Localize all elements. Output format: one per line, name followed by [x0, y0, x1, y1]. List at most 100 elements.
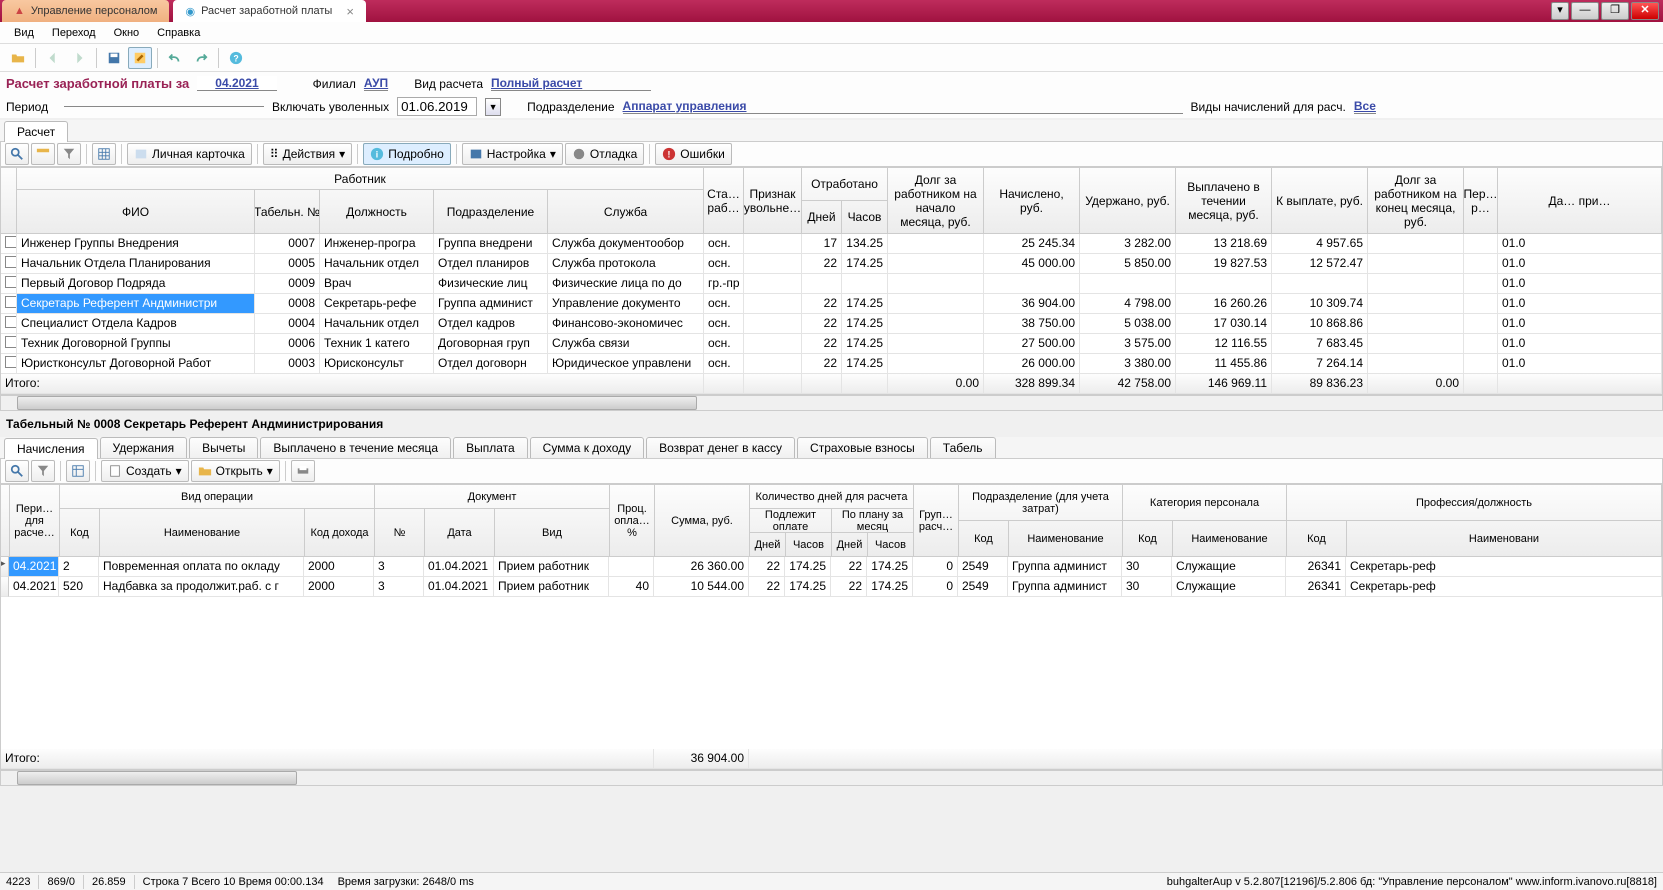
period-blank[interactable] — [64, 106, 264, 107]
col-per[interactable]: Пер… р… — [1464, 168, 1498, 234]
col-tabno[interactable]: Табельн. № — [255, 190, 320, 234]
dcol-catcode[interactable]: Код — [1123, 521, 1173, 557]
detail-table-row[interactable]: 04.2021520Надбавка за продолжит.раб. с г… — [1, 577, 1662, 597]
save-button[interactable] — [102, 47, 126, 69]
dcol-docno[interactable]: № — [375, 509, 425, 557]
col-topay[interactable]: К выплате, руб. — [1272, 168, 1368, 234]
calc-type-value[interactable]: Полный расчет — [491, 76, 651, 91]
open-folder-button[interactable] — [6, 47, 30, 69]
open-button[interactable]: Открыть▾ — [191, 460, 280, 482]
dcol-code[interactable]: Код — [60, 509, 100, 557]
row-checkbox[interactable] — [1, 314, 17, 334]
col-service[interactable]: Служба — [548, 190, 704, 234]
dcol-period[interactable]: Пери… для расче… — [10, 485, 60, 557]
dcol-deptname[interactable]: Наименование — [1009, 521, 1123, 557]
detail-tab[interactable]: Удержания — [100, 437, 188, 458]
row-checkbox[interactable] — [1, 234, 17, 254]
create-button[interactable]: Создать▾ — [101, 460, 189, 482]
grid-config-button[interactable] — [92, 143, 116, 165]
menu-goto[interactable]: Переход — [44, 24, 104, 42]
dcol-sum[interactable]: Сумма, руб. — [655, 485, 750, 557]
forward-button[interactable] — [67, 47, 91, 69]
filter-button[interactable] — [57, 143, 81, 165]
dcol-profcode[interactable]: Код — [1287, 521, 1347, 557]
col-debt-start[interactable]: Долг за работником на начало месяца, руб… — [888, 168, 984, 234]
col-accrued[interactable]: Начислено, руб. — [984, 168, 1080, 234]
table-row[interactable]: Первый Договор Подряда0009ВрачФизические… — [1, 274, 1662, 294]
filial-value[interactable]: АУП — [364, 76, 388, 91]
search-button[interactable] — [5, 143, 29, 165]
minimize-button[interactable]: — — [1571, 2, 1599, 20]
detail-grid-body[interactable]: 04.20212Повременная оплата по окладу2000… — [1, 557, 1662, 597]
detail-tab[interactable]: Начисления — [4, 438, 98, 459]
col-paid-month[interactable]: Выплачено в течении месяца, руб. — [1176, 168, 1272, 234]
detail-table-row[interactable]: 04.20212Повременная оплата по окладу2000… — [1, 557, 1662, 577]
col-debt-end[interactable]: Долг за работником на конец месяца, руб. — [1368, 168, 1464, 234]
col-withheld[interactable]: Удержано, руб. — [1080, 168, 1176, 234]
row-checkbox[interactable] — [1, 354, 17, 374]
department-value[interactable]: Аппарат управления — [623, 99, 1183, 114]
table-row[interactable]: Юристконсульт Договорной Работ0003Юриско… — [1, 354, 1662, 374]
detail-tab[interactable]: Вычеты — [189, 437, 258, 458]
col-da[interactable]: Да… при… — [1498, 168, 1662, 234]
dcol-deptcode[interactable]: Код — [959, 521, 1009, 557]
date-dropdown-button[interactable]: ▼ — [485, 98, 501, 116]
detail-search-button[interactable] — [5, 460, 29, 482]
filter-preset-button[interactable] — [31, 143, 55, 165]
document-tab[interactable]: ◉ Расчет заработной платы × — [173, 0, 365, 22]
grid-hscroll[interactable] — [0, 395, 1663, 411]
maximize-button[interactable]: ❐ — [1601, 2, 1629, 20]
personal-card-button[interactable]: Личная карточка — [127, 143, 252, 165]
dcol-catname[interactable]: Наименование — [1173, 521, 1287, 557]
settings-dropdown[interactable]: Настройка▾ — [462, 143, 563, 165]
row-checkbox[interactable] — [1, 274, 17, 294]
menu-window[interactable]: Окно — [106, 24, 148, 42]
errors-button[interactable]: !Ошибки — [655, 143, 732, 165]
dcol-grp[interactable]: Груп… расч… — [914, 485, 959, 557]
detail-grid-config-button[interactable] — [66, 460, 90, 482]
info-button[interactable]: ? — [224, 47, 248, 69]
detail-tab[interactable]: Выплачено в течение месяца — [260, 437, 451, 458]
table-row[interactable]: Техник Договорной Группы0006Техник 1 кат… — [1, 334, 1662, 354]
tab-calculation[interactable]: Расчет — [4, 121, 68, 142]
row-checkbox[interactable] — [1, 254, 17, 274]
include-fired-date[interactable] — [397, 97, 477, 116]
col-fio[interactable]: ФИО — [17, 190, 255, 234]
detail-hscroll[interactable] — [0, 770, 1663, 786]
row-checkbox[interactable] — [1, 294, 17, 314]
detail-tab[interactable]: Табель — [930, 437, 996, 458]
dcol-docvid[interactable]: Вид — [495, 509, 610, 557]
tab-close-icon[interactable]: × — [346, 4, 354, 19]
undo-button[interactable] — [163, 47, 187, 69]
detail-tab[interactable]: Сумма к доходу — [530, 437, 644, 458]
redo-button[interactable] — [189, 47, 213, 69]
table-row[interactable]: Инженер Группы Внедрения0007Инженер-прог… — [1, 234, 1662, 254]
dcol-ph[interactable]: Часов — [786, 533, 832, 557]
menu-view[interactable]: Вид — [6, 24, 42, 42]
detail-tab[interactable]: Возврат денег в кассу — [646, 437, 795, 458]
dcol-pd[interactable]: Дней — [750, 533, 786, 557]
dcol-name[interactable]: Наименование — [100, 509, 305, 557]
accrual-types-value[interactable]: Все — [1354, 99, 1376, 114]
detail-filter-button[interactable] — [31, 460, 55, 482]
dcol-pct[interactable]: Проц. опла… % — [610, 485, 655, 557]
col-hours[interactable]: Часов — [842, 201, 888, 234]
app-tab[interactable]: ▲ Управление персоналом — [2, 0, 169, 22]
dcol-profname[interactable]: Наименовани — [1347, 521, 1662, 557]
period-value[interactable]: 04.2021 — [197, 76, 276, 91]
col-status[interactable]: Ста… раб… — [704, 168, 744, 234]
print-button[interactable] — [291, 460, 315, 482]
close-button[interactable]: ✕ — [1631, 2, 1659, 20]
dcol-income-code[interactable]: Код дохода — [305, 509, 375, 557]
detail-tab[interactable]: Выплата — [453, 437, 528, 458]
dcol-plh[interactable]: Часов — [868, 533, 914, 557]
edit-mode-button[interactable] — [128, 47, 152, 69]
debug-button[interactable]: Отладка — [565, 143, 644, 165]
table-row[interactable]: Секретарь Референт Андминистри0008Секрет… — [1, 294, 1662, 314]
actions-dropdown[interactable]: ⠿Действия▾ — [263, 143, 352, 165]
dcol-pld[interactable]: Дней — [832, 533, 868, 557]
detail-tab[interactable]: Страховые взносы — [797, 437, 928, 458]
back-button[interactable] — [41, 47, 65, 69]
col-days[interactable]: Дней — [802, 201, 842, 234]
table-row[interactable]: Специалист Отдела Кадров0004Начальник от… — [1, 314, 1662, 334]
